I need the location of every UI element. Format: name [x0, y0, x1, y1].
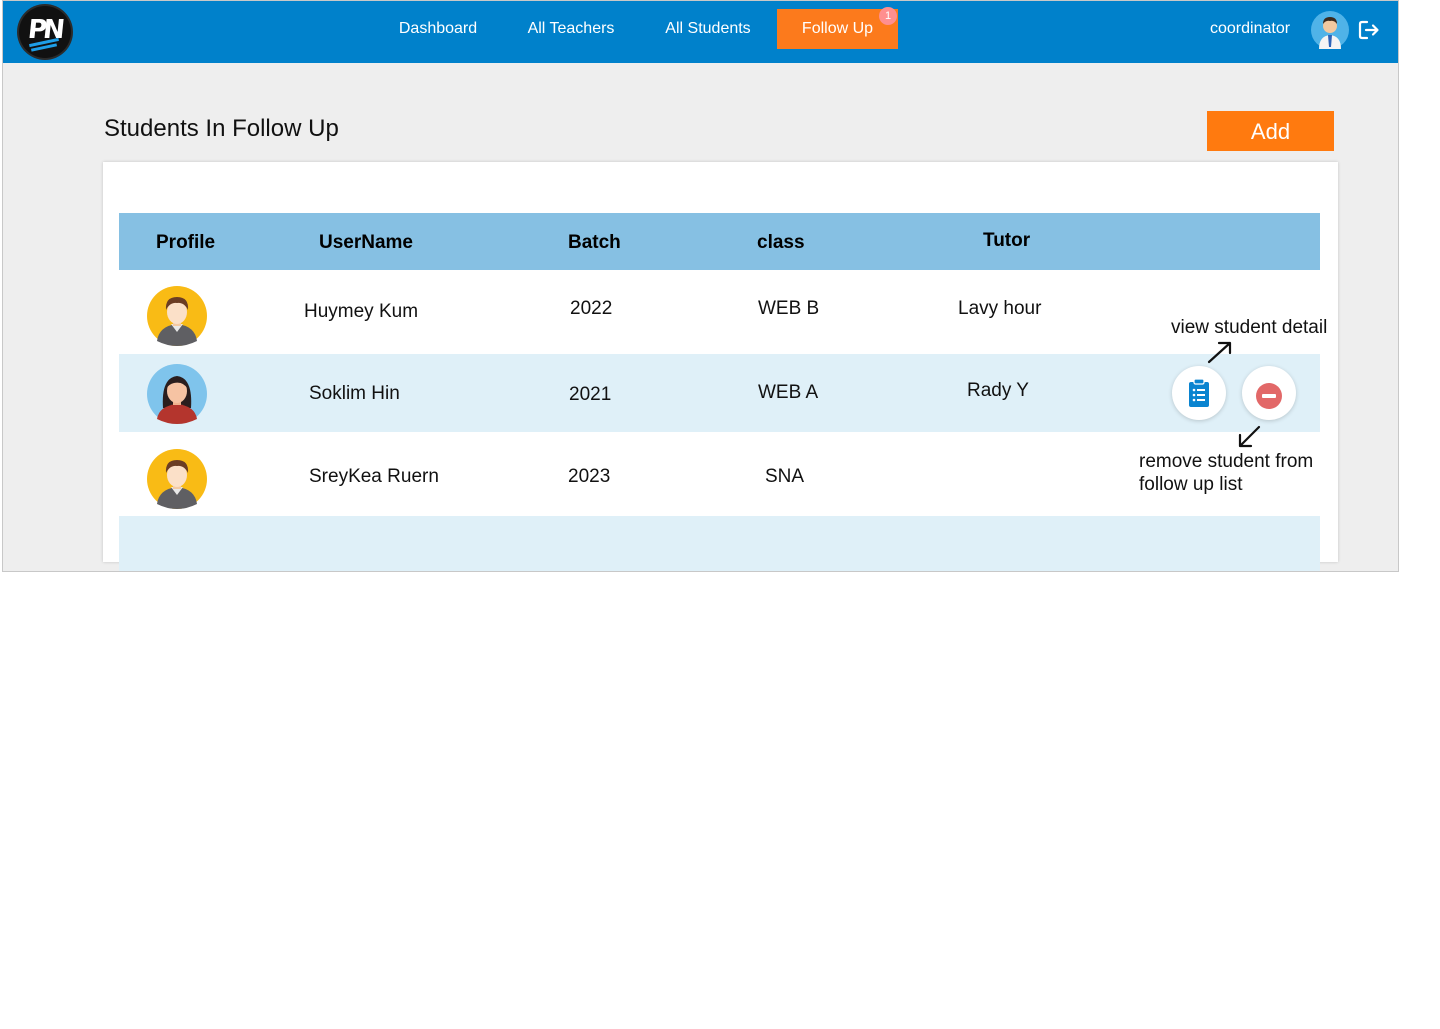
- table-row-empty: [119, 516, 1320, 571]
- arrow-up-right-icon: [1207, 341, 1232, 364]
- cell-username: Huymey Kum: [304, 301, 419, 322]
- male-avatar-icon: [147, 286, 207, 346]
- minus-circle-icon: [1256, 383, 1282, 409]
- header-class: class: [757, 232, 805, 253]
- arrow-down-left-icon: [1238, 425, 1261, 448]
- user-role-label: coordinator: [1210, 20, 1291, 37]
- cell-tutor: Rady Y: [967, 380, 1029, 401]
- remove-note-line2: follow up list: [1139, 474, 1243, 495]
- remove-button[interactable]: [1242, 366, 1296, 420]
- cell-username: Soklim Hin: [309, 383, 400, 404]
- view-detail-button[interactable]: [1172, 366, 1226, 420]
- male-avatar-icon: [147, 449, 207, 509]
- user-avatar-icon[interactable]: [1311, 11, 1349, 49]
- logout-icon[interactable]: [1357, 18, 1381, 42]
- remove-note: remove student from follow up list: [1139, 450, 1313, 496]
- table-header: Profile UserName Batch class Tutor: [119, 213, 1320, 270]
- top-navbar: PN Dashboard All Teachers All Students F…: [3, 1, 1398, 63]
- cell-class: WEB B: [758, 298, 820, 319]
- header-username: UserName: [319, 232, 413, 253]
- cell-class: WEB A: [758, 382, 819, 403]
- pn-logo[interactable]: PN: [19, 6, 71, 58]
- cell-class: SNA: [765, 466, 805, 487]
- nav-all-teachers[interactable]: All Teachers: [515, 9, 627, 49]
- nav-follow-up-label: Follow Up: [801, 20, 874, 37]
- nav-follow-up[interactable]: Follow Up 1: [777, 7, 898, 49]
- table-row[interactable]: Huymey Kum 2022 WEB B Lavy hour: [119, 270, 1320, 354]
- table-row[interactable]: Soklim Hin 2021 WEB A Rady Y: [119, 354, 1320, 432]
- view-detail-note: view student detail: [1171, 317, 1328, 338]
- header-batch: Batch: [568, 232, 621, 253]
- cell-batch: 2021: [569, 384, 612, 405]
- remove-note-line1: remove student from: [1139, 451, 1314, 472]
- notification-badge: 1: [879, 7, 897, 25]
- header-profile: Profile: [156, 232, 216, 253]
- cell-username: SreyKea Ruern: [309, 466, 439, 487]
- nav-all-students[interactable]: All Students: [652, 9, 764, 49]
- add-button[interactable]: Add: [1207, 111, 1334, 151]
- cell-tutor: Lavy hour: [958, 298, 1042, 319]
- female-avatar-icon: [147, 364, 207, 424]
- nav-dashboard[interactable]: Dashboard: [386, 9, 490, 49]
- cell-batch: 2022: [570, 298, 613, 319]
- header-tutor: Tutor: [983, 230, 1031, 251]
- page-title: Students In Follow Up: [104, 115, 339, 142]
- app-window: PN Dashboard All Teachers All Students F…: [2, 0, 1399, 572]
- clipboard-list-icon: [1189, 378, 1209, 407]
- cell-batch: 2023: [568, 466, 611, 487]
